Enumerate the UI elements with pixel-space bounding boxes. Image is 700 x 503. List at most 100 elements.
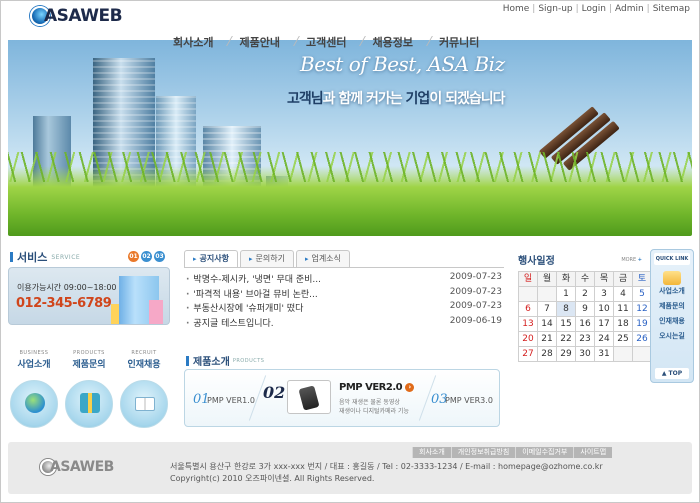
nav-item-community[interactable]: 커뮤니티 xyxy=(426,34,492,50)
footer-links: 회사소개 개인정보취급방침 이메일수집거부 사이트맵 xyxy=(412,447,613,458)
calendar-day[interactable]: 7 xyxy=(538,302,556,316)
products-title: 제품소개 xyxy=(193,357,230,368)
back-to-top-button[interactable]: ▲ TOP xyxy=(655,368,689,379)
nav-item-company[interactable]: 회사소개 xyxy=(160,34,226,50)
calendar-day[interactable]: 5 xyxy=(633,287,651,301)
product-number: 02 xyxy=(263,383,286,402)
calendar-day[interactable]: 15 xyxy=(557,317,575,331)
hero-subtitle-part: 기업 xyxy=(405,91,431,107)
plus-icon: + xyxy=(637,256,642,263)
calendar-day[interactable]: 22 xyxy=(557,332,575,346)
pager-button-2[interactable]: 02 xyxy=(141,251,152,262)
quick-label: 사업소개 xyxy=(17,360,51,370)
list-item[interactable]: 부동산시장에 '슈퍼개미' 떴다 2009-07-23 xyxy=(186,301,502,316)
bullet-icon xyxy=(10,252,13,262)
footer-link-privacy[interactable]: 개인정보취급방침 xyxy=(450,447,516,458)
calendar-day[interactable]: 25 xyxy=(614,332,632,346)
calendar-day[interactable]: 10 xyxy=(595,302,613,316)
calendar-day[interactable]: 31 xyxy=(595,347,613,361)
list-item[interactable]: 박명수-제시카, '냉면' 무대 준비... 2009-07-23 xyxy=(186,272,502,287)
list-item[interactable]: '파격적 내용' 브아걸 뮤비 논란... 2009-07-23 xyxy=(186,287,502,302)
news-title[interactable]: '파격적 내용' 브아걸 뮤비 논란... xyxy=(186,287,317,302)
quick-business[interactable]: BUSINESS 사업소개 xyxy=(8,350,60,428)
footer-logo: ASAWEB xyxy=(40,459,114,475)
quick-products[interactable]: PRODUCTS 제품문의 xyxy=(63,350,115,428)
calendar-day[interactable]: 30 xyxy=(576,347,594,361)
calendar-day[interactable]: 8 xyxy=(557,302,575,316)
news-title[interactable]: 박명수-제시카, '냉면' 무대 준비... xyxy=(186,272,321,287)
quick-link-item[interactable]: 인재채용 xyxy=(651,316,693,326)
tab-inquiry[interactable]: 문의하기 xyxy=(239,250,294,267)
footer-link-company[interactable]: 회사소개 xyxy=(412,447,451,458)
pager-button-3[interactable]: 03 xyxy=(154,251,165,262)
calendar-day[interactable]: 21 xyxy=(538,332,556,346)
calendar-empty-cell xyxy=(633,347,651,361)
calendar-day[interactable]: 9 xyxy=(576,302,594,316)
news-date: 2009-07-23 xyxy=(449,286,502,297)
product-featured-name[interactable]: PMP VER2.0 › xyxy=(339,382,415,393)
topnav-signup-link[interactable]: Sign-up xyxy=(538,4,572,14)
more-link[interactable]: MORE + xyxy=(621,257,642,263)
hero-subtitle-part: 이 되겠습니다 xyxy=(429,91,505,107)
address-line: 서울특별시 용산구 한강로 3가 xxx-xxx 번지 / 대표 : 홍길동 /… xyxy=(170,462,603,471)
calendar-day[interactable]: 23 xyxy=(576,332,594,346)
calendar-day[interactable]: 20 xyxy=(519,332,537,346)
building-illustration xyxy=(149,300,163,324)
nav-item-support[interactable]: 고객센터 xyxy=(293,34,359,50)
news-title[interactable]: 공지글 테스트입니다. xyxy=(186,316,273,331)
calendar-day[interactable]: 6 xyxy=(519,302,537,316)
footer-address: 서울특별시 용산구 한강로 3가 xxx-xxx 번지 / 대표 : 홍길동 /… xyxy=(170,461,603,485)
calendar-day[interactable]: 2 xyxy=(576,287,594,301)
calendar-day[interactable]: 13 xyxy=(519,317,537,331)
quick-recruit[interactable]: RECRUIT 인재채용 xyxy=(118,350,170,428)
calendar-day[interactable]: 11 xyxy=(614,302,632,316)
calendar-empty-cell xyxy=(519,287,537,301)
quick-link-label: 사업소개 xyxy=(659,287,685,295)
topnav-admin-link[interactable]: Admin xyxy=(615,4,644,14)
nav-item-products[interactable]: 제품안내 xyxy=(226,34,292,50)
quick-link-item[interactable]: 제품문의 xyxy=(651,301,693,311)
quick-label: 인재채용 xyxy=(127,360,161,370)
site-logo[interactable]: ASAWEB xyxy=(30,6,123,26)
pmp-device-image[interactable] xyxy=(287,380,331,414)
calendar-day[interactable]: 14 xyxy=(538,317,556,331)
quick-link-title: QUICK LINK xyxy=(654,253,690,265)
calendar-day[interactable]: 27 xyxy=(519,347,537,361)
arrow-right-icon: › xyxy=(405,382,415,392)
bullet-icon xyxy=(186,355,189,366)
calendar-day[interactable]: 24 xyxy=(595,332,613,346)
calendar-day[interactable]: 26 xyxy=(633,332,651,346)
footer-link-sitemap[interactable]: 사이트맵 xyxy=(573,447,613,458)
calendar-day[interactable]: 3 xyxy=(595,287,613,301)
top-utility-nav: Home | Sign-up | Login | Admin | Sitemap xyxy=(502,4,690,14)
service-heading: 서비스 SERVICE xyxy=(10,249,80,265)
footer-link-no-email[interactable]: 이메일수집거부 xyxy=(515,447,574,458)
calendar-day[interactable]: 17 xyxy=(595,317,613,331)
product-name[interactable]: PMP VER1.0 xyxy=(207,396,255,405)
calendar-day[interactable]: 29 xyxy=(557,347,575,361)
calendar-day[interactable]: 18 xyxy=(614,317,632,331)
calendar-day[interactable]: 4 xyxy=(614,287,632,301)
tab-notice[interactable]: 공지사항 xyxy=(184,250,238,268)
quick-link-item[interactable]: 오시는길 xyxy=(651,331,693,341)
calendar-day[interactable]: 1 xyxy=(557,287,575,301)
news-title[interactable]: 부동산시장에 '슈퍼개미' 떴다 xyxy=(186,301,303,316)
calendar-day[interactable]: 16 xyxy=(576,317,594,331)
topnav-home-link[interactable]: Home xyxy=(503,4,530,14)
calendar-day[interactable]: 12 xyxy=(633,302,651,316)
news-tabs: 공지사항 문의하기 업계소식 xyxy=(184,250,350,268)
topnav-login-link[interactable]: Login xyxy=(582,4,606,14)
product-name[interactable]: PMP VER3.0 xyxy=(445,396,493,405)
nav-item-recruit[interactable]: 채용정보 xyxy=(359,34,425,50)
list-item[interactable]: 공지글 테스트입니다. 2009-06-19 xyxy=(186,316,502,331)
products-heading: 제품소개 PRODUCTS xyxy=(186,353,264,368)
quick-link-item[interactable]: 사업소개 xyxy=(651,271,693,296)
calendar-empty-cell xyxy=(614,347,632,361)
calendar-day[interactable]: 28 xyxy=(538,347,556,361)
globe-icon xyxy=(10,380,58,428)
topnav-sitemap-link[interactable]: Sitemap xyxy=(653,4,690,14)
calendar-day[interactable]: 19 xyxy=(633,317,651,331)
tab-industry-news[interactable]: 업계소식 xyxy=(295,250,350,267)
service-title-en: SERVICE xyxy=(51,253,81,261)
pager-button-1[interactable]: 01 xyxy=(128,251,139,262)
